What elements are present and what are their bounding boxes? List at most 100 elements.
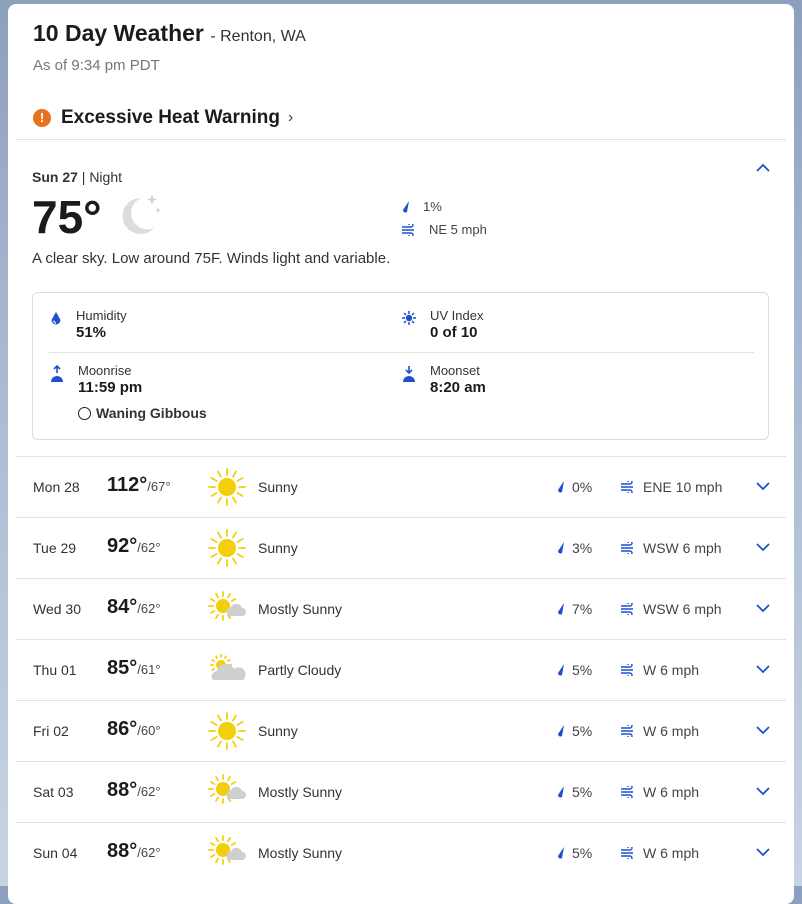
forecast-row-sun-04[interactable]: Sun 04 88°/62° Mostly Sunny 5% W 6 mph <box>16 822 786 883</box>
forecast-row-thu-01[interactable]: Thu 01 85°/61° Partly Cloudy 5% W 6 mph <box>16 639 786 700</box>
raindrop-icon <box>558 603 564 615</box>
forecast-precip: 5% <box>556 845 592 861</box>
forecast-precip: 5% <box>556 723 592 739</box>
forecast-high-value: 92° <box>107 535 138 557</box>
today-description: A clear sky. Low around 75F. Winds light… <box>32 250 391 267</box>
forecast-day: Tue 29 <box>33 540 77 556</box>
moonset-item: Moonset 8:20 am <box>402 363 486 396</box>
chevron-down-icon[interactable] <box>754 541 772 553</box>
humidity-icon <box>51 312 61 325</box>
forecast-day: Mon 28 <box>33 479 80 495</box>
uv-label: UV Index <box>430 308 484 323</box>
wind-icon <box>621 664 633 676</box>
wind-icon <box>621 542 633 554</box>
today-details-box: Humidity 51% UV Index 0 of 10 Moonrise 1… <box>32 292 769 440</box>
forecast-day: Sat 03 <box>33 784 74 800</box>
page-header: 10 Day Weather - Renton, WA <box>33 20 306 47</box>
forecast-high: 92°/62° <box>107 535 161 558</box>
chevron-down-icon[interactable] <box>754 663 772 675</box>
moonrise-value: 11:59 pm <box>78 379 143 396</box>
forecast-precip: 5% <box>556 662 592 678</box>
today-precip-value: 1% <box>423 199 442 214</box>
raindrop-icon <box>558 786 564 798</box>
alert-link[interactable]: ! Excessive Heat Warning › <box>33 107 293 129</box>
forecast-precip-value: 3% <box>572 540 593 556</box>
forecast-low: /62° <box>137 540 161 555</box>
forecast-high-value: 112° <box>107 474 148 496</box>
divider <box>49 352 754 353</box>
forecast-precip-value: 5% <box>572 845 593 861</box>
chevron-down-icon[interactable] <box>754 480 772 492</box>
chevron-down-icon[interactable] <box>754 602 772 614</box>
forecast-condition: Sunny <box>258 540 298 556</box>
forecast-row-wed-30[interactable]: Wed 30 84°/62° Mostly Sunny 7% WSW 6 mph <box>16 578 786 639</box>
chevron-down-icon[interactable] <box>754 724 772 736</box>
today-detail: Sun 27 | Night 75° 1% NE 5 mph A clear s… <box>16 140 786 456</box>
mostly-sunny-icon <box>208 774 246 804</box>
moonrise-item: Moonrise 11:59 pm <box>50 363 142 396</box>
forecast-high-value: 85° <box>107 657 138 679</box>
humidity-item: Humidity 51% <box>50 308 127 341</box>
forecast-condition: Mostly Sunny <box>258 845 343 861</box>
forecast-low: /61° <box>137 662 161 677</box>
today-wind: NE 5 mph <box>401 222 487 237</box>
sunny-icon <box>208 468 246 506</box>
today-date: Sun 27 | Night <box>32 169 122 185</box>
alert-label: Excessive Heat Warning <box>61 107 280 128</box>
forecast-row-mon-28[interactable]: Mon 28 112°/67° Sunny 0% ENE 10 mph <box>16 456 786 517</box>
forecast-day: Sun 04 <box>33 845 78 861</box>
uv-value: 0 of 10 <box>430 324 478 341</box>
forecast-wind-value: WSW 6 mph <box>643 540 722 556</box>
sunny-icon <box>208 712 246 750</box>
clear-night-icon <box>122 194 161 234</box>
raindrop-icon <box>558 725 564 737</box>
forecast-high-value: 88° <box>107 840 138 862</box>
mostly-sunny-icon <box>208 835 246 865</box>
forecast-precip: 0% <box>556 479 592 495</box>
forecast-precip: 7% <box>556 601 592 617</box>
moonset-value: 8:20 am <box>430 379 486 396</box>
forecast-high-value: 88° <box>107 779 138 801</box>
forecast-wind-value: W 6 mph <box>643 723 700 739</box>
forecast-condition: Partly Cloudy <box>258 662 342 678</box>
raindrop-icon <box>558 664 564 676</box>
forecast-high: 88°/62° <box>107 840 161 863</box>
weather-card: 10 Day Weather - Renton, WA As of 9:34 p… <box>8 4 794 904</box>
forecast-wind: W 6 mph <box>620 662 699 678</box>
forecast-day: Thu 01 <box>33 662 77 678</box>
chevron-up-icon[interactable] <box>754 162 772 174</box>
forecast-condition: Sunny <box>258 723 298 739</box>
forecast-high: 84°/62° <box>107 596 161 619</box>
forecast-precip-value: 5% <box>572 662 593 678</box>
forecast-precip-value: 0% <box>572 479 593 495</box>
wind-icon <box>621 847 633 859</box>
forecast-high-value: 84° <box>107 596 138 618</box>
warning-icon: ! <box>33 109 51 127</box>
chevron-down-icon[interactable] <box>754 846 772 858</box>
forecast-high: 85°/61° <box>107 657 161 680</box>
moonrise-label: Moonrise <box>78 363 132 378</box>
chevron-down-icon[interactable] <box>754 785 772 797</box>
forecast-wind: ENE 10 mph <box>620 479 722 495</box>
forecast-wind: W 6 mph <box>620 845 699 861</box>
chevron-right-icon: › <box>287 109 294 126</box>
moonset-label: Moonset <box>430 363 480 378</box>
forecast-wind-value: W 6 mph <box>643 845 700 861</box>
forecast-high: 86°/60° <box>107 718 161 741</box>
forecast-day: Fri 02 <box>33 723 69 739</box>
today-temperature: 75° <box>32 191 102 243</box>
forecast-row-tue-29[interactable]: Tue 29 92°/62° Sunny 3% WSW 6 mph <box>16 517 786 578</box>
humidity-label: Humidity <box>76 308 127 323</box>
raindrop-icon <box>403 200 409 212</box>
forecast-row-sat-03[interactable]: Sat 03 88°/62° Mostly Sunny 5% W 6 mph <box>16 761 786 822</box>
forecast-wind: W 6 mph <box>620 723 699 739</box>
forecast-wind: WSW 6 mph <box>620 540 722 556</box>
today-period: | Night <box>81 169 123 185</box>
forecast-low: /62° <box>137 784 161 799</box>
forecast-high: 88°/62° <box>107 779 161 802</box>
forecast-precip-value: 5% <box>572 723 593 739</box>
forecast-row-fri-02[interactable]: Fri 02 86°/60° Sunny 5% W 6 mph <box>16 700 786 761</box>
forecast-low: /62° <box>137 845 161 860</box>
uv-index-item: UV Index 0 of 10 <box>402 308 483 341</box>
sunny-icon <box>208 529 246 567</box>
